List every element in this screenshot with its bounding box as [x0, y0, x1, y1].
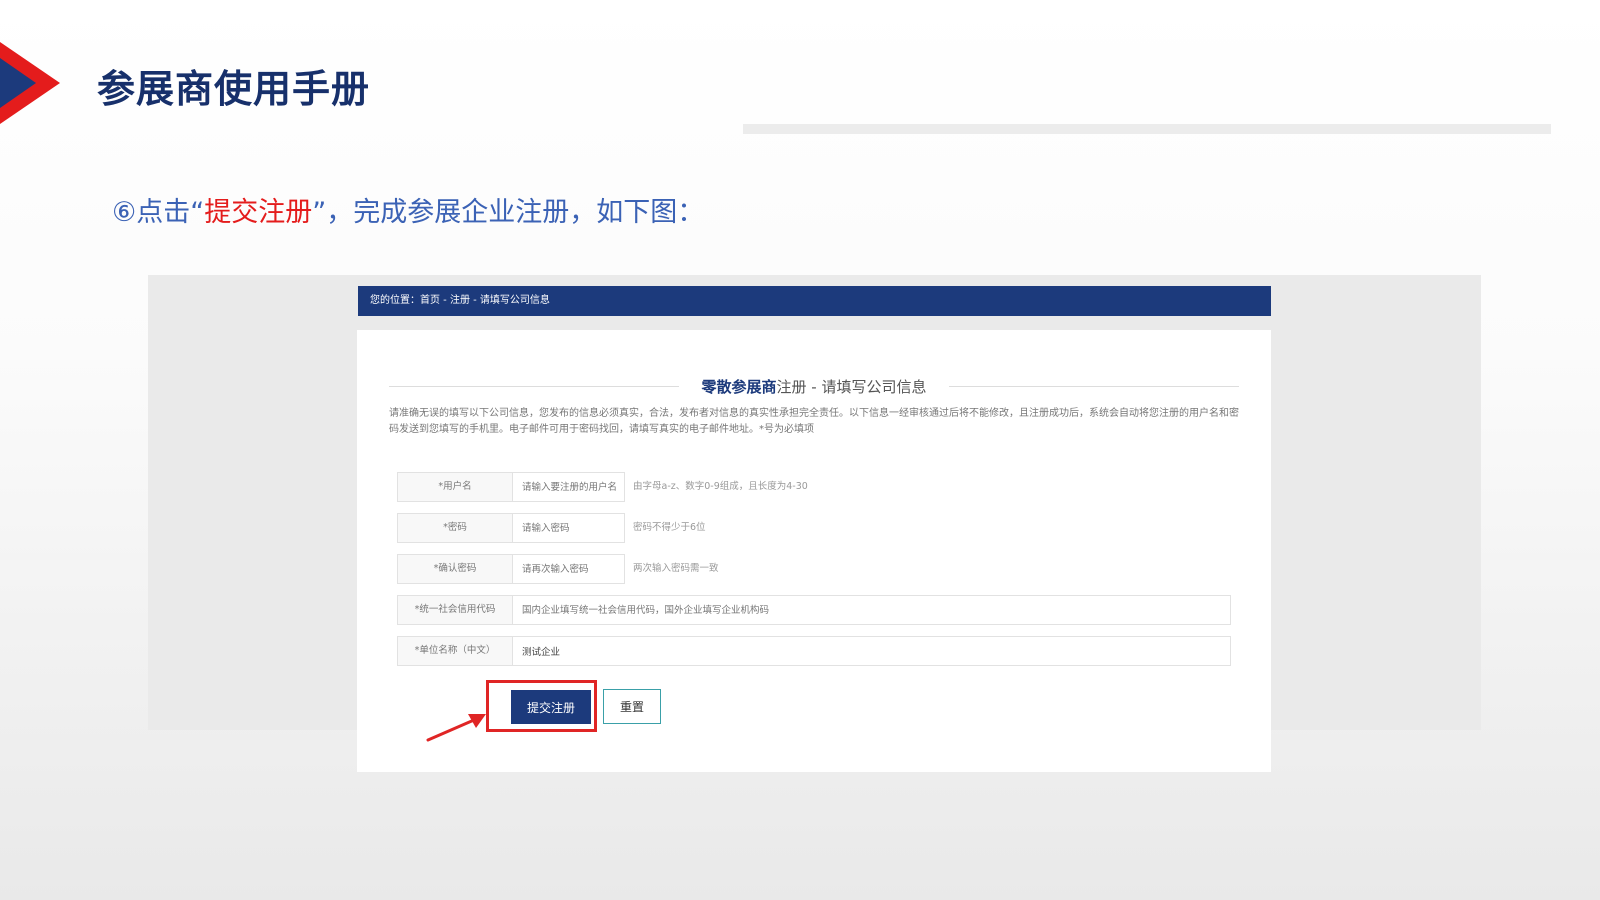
form-row-confirm-password: *确认密码 两次输入密码需一致: [397, 554, 817, 584]
page-title: 参展商使用手册: [97, 67, 371, 111]
submit-registration-button[interactable]: 提交注册: [511, 690, 591, 724]
breadcrumb: 您的位置：首页 - 注册 - 请填写公司信息: [358, 286, 1271, 316]
form-row-password: *密码 密码不得少于6位: [397, 513, 817, 543]
password-hint: 密码不得少于6位: [633, 522, 706, 533]
confirm-password-input[interactable]: [513, 554, 625, 584]
card-title-rest: 注册 - 请填写公司信息: [776, 378, 927, 396]
instruction-suffix: ”，完成参展企业注册，如下图：: [312, 197, 705, 228]
card-title-strong: 零散参展商: [701, 378, 777, 396]
confirm-password-label: *确认密码: [397, 554, 513, 584]
form-row-credit-code: *统一社会信用代码: [397, 595, 1231, 625]
instruction-text: ⑥点击“提交注册”，完成参展企业注册，如下图：: [112, 190, 704, 229]
form-description: 请准确无误的填写以下公司信息，您发布的信息必须真实，合法，发布者对信息的真实性承…: [389, 408, 1239, 435]
form-row-company-name: *单位名称（中文）: [397, 636, 1231, 666]
header-divider: [743, 124, 1551, 134]
password-label: *密码: [397, 513, 513, 543]
card-title: 零散参展商注册 - 请填写公司信息: [389, 376, 1239, 397]
decorative-triangle: [0, 42, 60, 124]
credit-code-input[interactable]: [513, 595, 1231, 625]
pointer-arrow-icon: [426, 714, 486, 742]
company-name-input[interactable]: [513, 636, 1231, 666]
username-label: *用户名: [397, 472, 513, 502]
credit-code-label: *统一社会信用代码: [397, 595, 513, 625]
card-title-row: 零散参展商注册 - 请填写公司信息: [389, 376, 1239, 396]
username-hint: 由字母a-z、数字0-9组成，且长度为4-30: [633, 481, 808, 492]
company-name-label: *单位名称（中文）: [397, 636, 513, 666]
password-input[interactable]: [513, 513, 625, 543]
form-row-username: *用户名 由字母a-z、数字0-9组成，且长度为4-30: [397, 472, 817, 502]
username-input[interactable]: [513, 472, 625, 502]
instruction-highlight: 提交注册: [204, 197, 313, 228]
reset-button[interactable]: 重置: [603, 689, 661, 724]
instruction-prefix: ⑥点击“: [112, 197, 205, 228]
confirm-password-hint: 两次输入密码需一致: [633, 563, 719, 574]
